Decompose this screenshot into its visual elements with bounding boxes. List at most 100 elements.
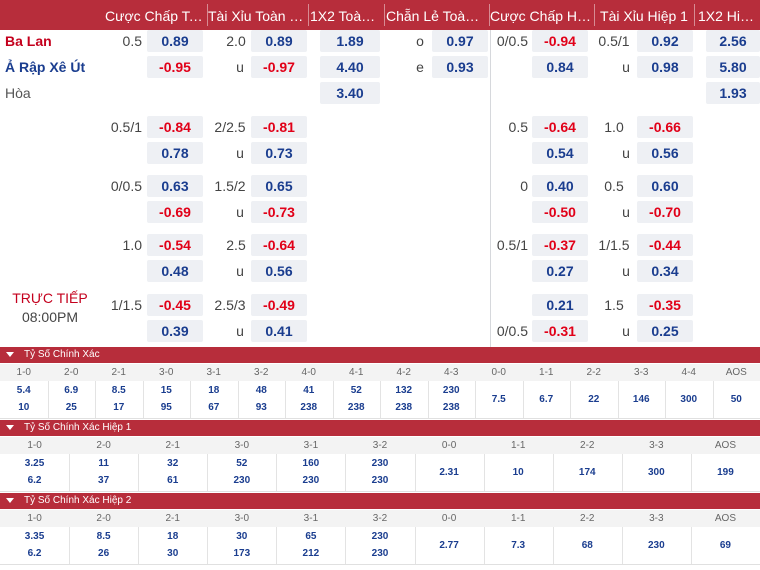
odds-cell[interactable]: -0.84 [147, 116, 203, 138]
odds-cell[interactable]: 0.89 [251, 30, 307, 52]
score-odds[interactable]: 8.5 [69, 530, 138, 544]
collapse-arrow-icon[interactable] [6, 498, 14, 503]
score-odds[interactable]: 48 [238, 384, 286, 398]
score-odds[interactable]: 230 [276, 474, 345, 488]
score-odds[interactable]: 3.35 [0, 530, 69, 544]
odds-cell[interactable]: 1.93 [706, 82, 760, 104]
collapse-arrow-icon[interactable] [6, 352, 14, 357]
score-odds[interactable]: 132 [380, 384, 428, 398]
score-odds[interactable]: 22 [570, 393, 618, 407]
odds-cell[interactable]: -0.49 [251, 294, 307, 316]
score-odds[interactable]: 7.5 [475, 393, 523, 407]
score-odds[interactable]: 146 [618, 393, 666, 407]
odds-cell[interactable]: -0.64 [532, 116, 588, 138]
score-odds[interactable]: 2.31 [415, 466, 484, 480]
header-oddeven-ft[interactable]: Chẵn Lẻ Toàn Trận [386, 0, 486, 30]
score-odds[interactable]: 93 [238, 401, 286, 415]
odds-cell[interactable]: -0.66 [637, 116, 693, 138]
score-odds[interactable]: 238 [333, 401, 381, 415]
score-odds[interactable]: 52 [207, 457, 276, 471]
score-odds[interactable]: 6.9 [48, 384, 96, 398]
odds-cell[interactable]: 0.89 [147, 30, 203, 52]
score-odds[interactable]: 199 [691, 466, 760, 480]
score-odds[interactable]: 18 [190, 384, 238, 398]
score-odds[interactable]: 230 [345, 457, 414, 471]
odds-cell[interactable]: -0.31 [532, 320, 588, 342]
score-odds[interactable]: 8.5 [95, 384, 143, 398]
score-odds[interactable]: 26 [69, 547, 138, 561]
score-odds[interactable]: 15 [143, 384, 191, 398]
score-odds[interactable]: 212 [276, 547, 345, 561]
score-odds[interactable]: 52 [333, 384, 381, 398]
score-odds[interactable]: 11 [69, 457, 138, 471]
odds-cell[interactable]: 0.56 [251, 260, 307, 282]
score-odds[interactable]: 10 [484, 466, 553, 480]
score-odds[interactable]: 41 [285, 384, 333, 398]
score-odds[interactable]: 5.4 [0, 384, 48, 398]
odds-cell[interactable]: 0.21 [532, 294, 588, 316]
odds-cell[interactable]: 4.40 [320, 56, 380, 78]
odds-cell[interactable]: 0.60 [637, 175, 693, 197]
header-handicap-h1[interactable]: Cược Chấp Hiệp 1 [490, 0, 594, 30]
correct-score-h1-header[interactable]: Tỷ Số Chính Xác Hiệp 1 [0, 420, 760, 436]
odds-cell[interactable]: 5.80 [706, 56, 760, 78]
odds-cell[interactable]: 0.84 [532, 56, 588, 78]
odds-cell[interactable]: -0.73 [251, 201, 307, 223]
odds-cell[interactable]: 0.97 [432, 30, 488, 52]
score-odds[interactable]: 32 [138, 457, 207, 471]
score-odds[interactable]: 230 [345, 530, 414, 544]
odds-cell[interactable]: 0.73 [251, 142, 307, 164]
score-odds[interactable]: 230 [428, 384, 476, 398]
odds-cell[interactable]: -0.54 [147, 234, 203, 256]
score-odds[interactable]: 30 [138, 547, 207, 561]
odds-cell[interactable]: 0.40 [532, 175, 588, 197]
score-odds[interactable]: 230 [345, 474, 414, 488]
odds-cell[interactable]: 0.93 [432, 56, 488, 78]
score-odds[interactable]: 238 [285, 401, 333, 415]
odds-cell[interactable]: -0.45 [147, 294, 203, 316]
score-odds[interactable]: 68 [553, 539, 622, 553]
odds-cell[interactable]: -0.97 [251, 56, 307, 78]
header-1x2-h1[interactable]: 1X2 Hiệp 1 [698, 0, 758, 30]
odds-cell[interactable]: 0.54 [532, 142, 588, 164]
score-odds[interactable]: 95 [143, 401, 191, 415]
score-odds[interactable]: 61 [138, 474, 207, 488]
score-odds[interactable]: 173 [207, 547, 276, 561]
odds-cell[interactable]: -0.50 [532, 201, 588, 223]
correct-score-header[interactable]: Tỷ Số Chính Xác [0, 347, 760, 363]
odds-cell[interactable]: 2.56 [706, 30, 760, 52]
odds-cell[interactable]: 0.98 [637, 56, 693, 78]
odds-cell[interactable]: 0.92 [637, 30, 693, 52]
odds-cell[interactable]: -0.64 [251, 234, 307, 256]
score-odds[interactable]: 69 [691, 539, 760, 553]
header-1x2-ft[interactable]: 1X2 Toàn Trận [310, 0, 382, 30]
odds-cell[interactable]: -0.70 [637, 201, 693, 223]
odds-cell[interactable]: 0.34 [637, 260, 693, 282]
score-odds[interactable]: 230 [345, 547, 414, 561]
score-odds[interactable]: 300 [665, 393, 713, 407]
score-odds[interactable]: 6.2 [0, 474, 69, 488]
odds-cell[interactable]: -0.35 [637, 294, 693, 316]
odds-cell[interactable]: -0.37 [532, 234, 588, 256]
header-handicap-ft[interactable]: Cược Chấp Toàn Trận [105, 0, 207, 30]
odds-cell[interactable]: -0.81 [251, 116, 307, 138]
odds-cell[interactable]: -0.44 [637, 234, 693, 256]
score-odds[interactable]: 37 [69, 474, 138, 488]
score-odds[interactable]: 174 [553, 466, 622, 480]
score-odds[interactable]: 3.25 [0, 457, 69, 471]
odds-cell[interactable]: 1.89 [320, 30, 380, 52]
score-odds[interactable]: 300 [622, 466, 691, 480]
score-odds[interactable]: 238 [428, 401, 476, 415]
score-odds[interactable]: 6.7 [523, 393, 571, 407]
score-odds[interactable]: 65 [276, 530, 345, 544]
score-odds[interactable]: 6.2 [0, 547, 69, 561]
score-odds[interactable]: 18 [138, 530, 207, 544]
odds-cell[interactable]: 0.48 [147, 260, 203, 282]
correct-score-h2-header[interactable]: Tỷ Số Chính Xác Hiệp 2 [0, 493, 760, 509]
odds-cell[interactable]: 0.27 [532, 260, 588, 282]
score-odds[interactable]: 25 [48, 401, 96, 415]
score-odds[interactable]: 50 [713, 393, 760, 407]
header-overunder-h1[interactable]: Tài Xỉu Hiệp 1 [596, 0, 692, 30]
odds-cell[interactable]: 0.78 [147, 142, 203, 164]
odds-cell[interactable]: 0.25 [637, 320, 693, 342]
